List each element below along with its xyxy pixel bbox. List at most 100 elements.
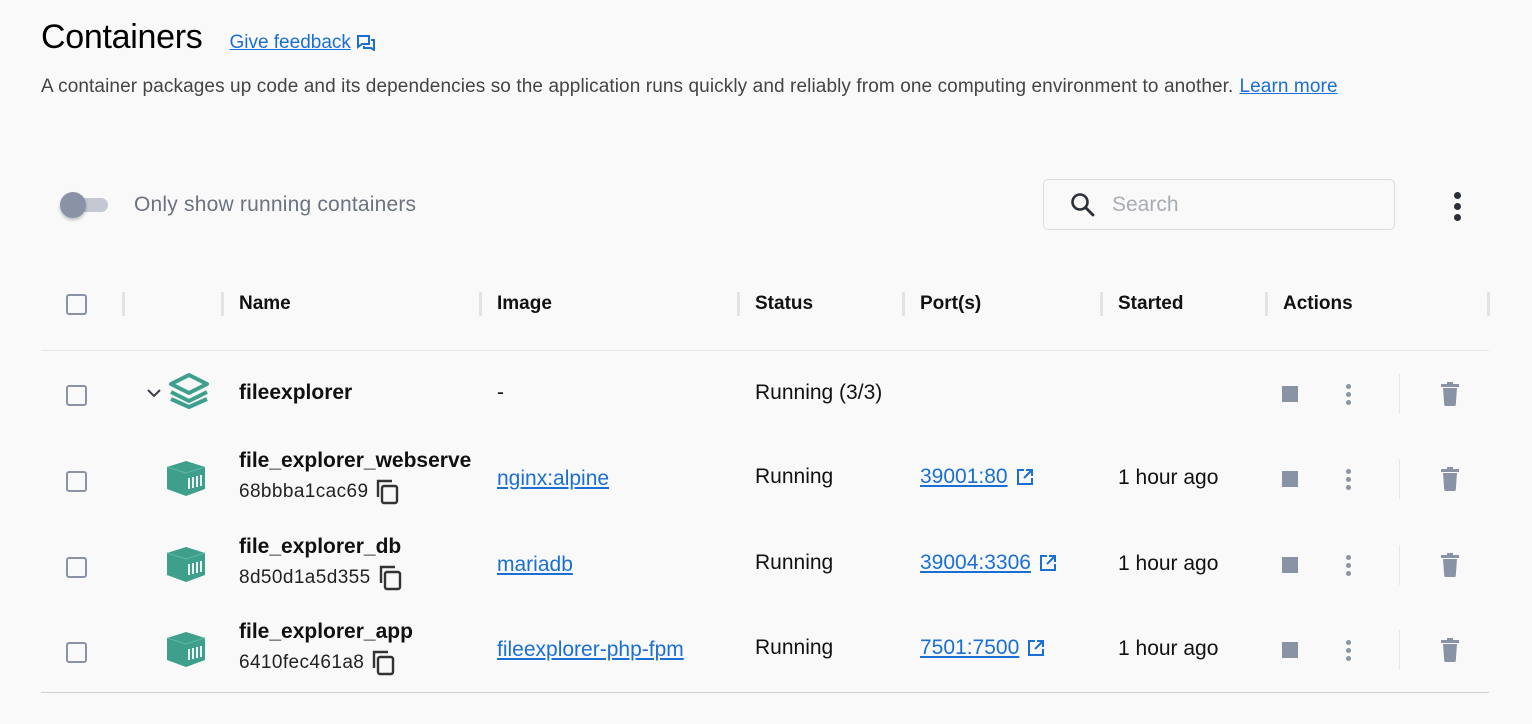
page-header: Containers Give feedback — [41, 18, 375, 57]
table-row[interactable]: file_explorer_webserve 68bbba1cac69 ngin… — [41, 437, 1489, 523]
containers-table: Name Image Status Port(s) Started Action… — [41, 280, 1490, 693]
column-separator — [1100, 292, 1103, 316]
page-description: A container packages up code and its dep… — [41, 76, 1338, 98]
container-name[interactable]: file_explorer_webserve — [239, 449, 471, 472]
give-feedback-label: Give feedback — [229, 32, 351, 53]
container-status: Running — [755, 636, 834, 659]
container-icon — [166, 547, 206, 582]
trash-icon[interactable] — [1440, 553, 1460, 577]
row-more-button[interactable] — [1343, 467, 1353, 491]
container-id-cell: 68bbba1cac69 — [239, 479, 400, 505]
container-name[interactable]: file_explorer_db — [239, 535, 401, 558]
column-header-ports[interactable]: Port(s) — [920, 293, 981, 315]
action-separator — [1399, 374, 1400, 414]
running-only-toggle[interactable] — [60, 190, 108, 220]
stop-icon[interactable] — [1282, 471, 1298, 487]
copy-icon[interactable] — [372, 650, 396, 676]
row-checkbox[interactable] — [66, 557, 87, 578]
chevron-down-icon[interactable] — [146, 387, 162, 399]
feedback-icon — [356, 35, 375, 51]
container-name-cell: file_explorer_webserve — [239, 449, 483, 473]
container-icon — [166, 461, 206, 496]
action-separator — [1399, 459, 1400, 499]
trash-icon[interactable] — [1440, 382, 1460, 406]
dot — [1453, 191, 1461, 199]
container-name[interactable]: file_explorer_app — [239, 620, 413, 643]
container-id-cell: 6410fec461a8 — [239, 650, 396, 676]
port-cell: 39004:3306 — [920, 551, 1057, 575]
row-checkbox[interactable] — [66, 642, 87, 663]
give-feedback-link[interactable]: Give feedback — [229, 32, 375, 54]
column-header-status[interactable]: Status — [755, 293, 813, 315]
column-header-started[interactable]: Started — [1118, 293, 1183, 315]
row-more-button[interactable] — [1343, 553, 1353, 577]
trash-icon[interactable] — [1440, 467, 1460, 491]
select-all-checkbox[interactable] — [66, 294, 87, 315]
port-link[interactable]: 7501:7500 — [920, 636, 1019, 660]
image-link[interactable]: mariadb — [497, 553, 573, 577]
container-name-cell: file_explorer_db — [239, 535, 483, 559]
action-separator — [1399, 545, 1400, 585]
group-image: - — [497, 381, 504, 404]
search-icon — [1071, 192, 1095, 216]
image-link[interactable]: nginx:alpine — [497, 467, 609, 491]
more-options-button[interactable] — [1446, 190, 1468, 222]
table-row-group[interactable]: fileexplorer - Running (3/3) — [41, 351, 1489, 437]
learn-more-link[interactable]: Learn more — [1239, 76, 1337, 97]
group-status: Running (3/3) — [755, 381, 883, 404]
started-time: 1 hour ago — [1118, 466, 1219, 489]
toggle-thumb — [60, 192, 86, 218]
page-title: Containers — [41, 18, 203, 56]
row-more-button[interactable] — [1343, 382, 1353, 406]
row-checkbox[interactable] — [66, 471, 87, 492]
port-link[interactable]: 39004:3306 — [920, 551, 1031, 575]
dot — [1453, 202, 1461, 210]
compose-stack-icon — [169, 373, 209, 409]
search-input[interactable] — [1110, 191, 1364, 218]
container-id-cell: 8d50d1a5d355 — [239, 565, 403, 591]
column-separator — [479, 292, 482, 316]
container-id: 68bbba1cac69 — [239, 481, 369, 502]
trash-icon[interactable] — [1440, 638, 1460, 662]
port-cell: 7501:7500 — [920, 636, 1045, 660]
column-separator — [221, 292, 224, 316]
stop-icon[interactable] — [1282, 386, 1298, 402]
port-cell: 39001:80 — [920, 465, 1034, 489]
group-name[interactable]: fileexplorer — [239, 381, 352, 405]
running-only-label: Only show running containers — [134, 193, 417, 216]
started-time: 1 hour ago — [1118, 552, 1219, 575]
dot — [1453, 213, 1461, 221]
external-link-icon[interactable] — [1027, 639, 1045, 657]
row-checkbox[interactable] — [66, 385, 87, 406]
image-link[interactable]: fileexplorer-php-fpm — [497, 638, 684, 662]
column-header-image[interactable]: Image — [497, 293, 552, 315]
table-row[interactable]: file_explorer_app 6410fec461a8 fileexplo… — [41, 608, 1489, 693]
port-link[interactable]: 39001:80 — [920, 465, 1008, 489]
running-filter: Only show running containers — [60, 190, 416, 220]
column-header-actions: Actions — [1283, 293, 1353, 314]
copy-icon[interactable] — [379, 565, 403, 591]
column-separator — [1265, 292, 1268, 316]
table-row[interactable]: file_explorer_db 8d50d1a5d355 mariadb Ru… — [41, 523, 1489, 608]
column-separator — [122, 292, 125, 316]
stop-icon[interactable] — [1282, 557, 1298, 573]
external-link-icon[interactable] — [1039, 554, 1057, 572]
description-text: A container packages up code and its dep… — [41, 76, 1234, 97]
action-separator — [1399, 630, 1400, 670]
started-time: 1 hour ago — [1118, 637, 1219, 660]
search-box — [1043, 179, 1395, 230]
row-more-button[interactable] — [1343, 638, 1353, 662]
container-status: Running — [755, 551, 834, 574]
container-id: 6410fec461a8 — [239, 652, 365, 673]
container-name-cell: file_explorer_app — [239, 620, 483, 644]
copy-icon[interactable] — [376, 479, 400, 505]
column-separator — [1487, 292, 1490, 316]
container-id: 8d50d1a5d355 — [239, 567, 371, 588]
stop-icon[interactable] — [1282, 642, 1298, 658]
column-separator — [902, 292, 905, 316]
column-header-name[interactable]: Name — [239, 293, 291, 315]
external-link-icon[interactable] — [1016, 468, 1034, 486]
container-status: Running — [755, 465, 834, 488]
table-header: Name Image Status Port(s) Started Action… — [41, 280, 1490, 351]
container-icon — [166, 632, 206, 667]
